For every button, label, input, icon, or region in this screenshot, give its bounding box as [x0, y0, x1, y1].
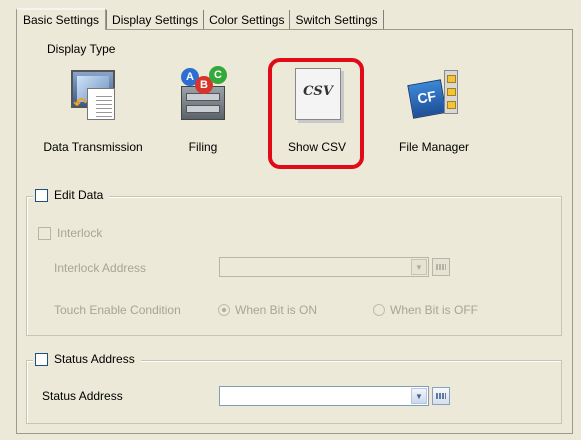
status-address-group-label: Status Address [54, 352, 135, 366]
tab-switch-settings[interactable]: Switch Settings [289, 10, 382, 30]
radio-when-bit-on[interactable]: When Bit is ON [218, 303, 317, 317]
interlock-row: Interlock [38, 226, 102, 240]
tab-divider [382, 10, 384, 30]
filing-ball-c: C [209, 66, 227, 84]
display-type-filing[interactable]: A B C Filing [170, 64, 236, 154]
status-address-label: Status Address [42, 389, 123, 403]
file-manager-icon: CF [406, 64, 462, 122]
interlock-label: Interlock [57, 226, 103, 240]
status-address-legend: Status Address [33, 352, 141, 366]
tab-basic-settings[interactable]: Basic Settings [16, 8, 107, 30]
chevron-down-icon[interactable]: ▼ [411, 259, 427, 275]
display-type-data-transmission[interactable]: ↶ Data Transmission [38, 64, 148, 154]
display-type-file-manager[interactable]: CF File Manager [386, 64, 482, 154]
interlock-address-combo[interactable]: ▼ [219, 257, 429, 277]
cf-card-icon: CF [407, 79, 447, 119]
filing-icon: A B C [175, 64, 231, 122]
edit-data-label: Edit Data [54, 188, 104, 202]
tab-display-settings[interactable]: Display Settings [106, 10, 203, 30]
tab-color-settings[interactable]: Color Settings [203, 10, 289, 30]
radio-when-bit-off-label: When Bit is OFF [390, 303, 479, 317]
radio-off-icon [373, 304, 385, 316]
edit-data-legend: Edit Data [33, 188, 110, 202]
data-transmission-label: Data Transmission [43, 140, 143, 154]
keyboard-input-icon[interactable] [432, 387, 450, 405]
interlock-checkbox[interactable] [38, 226, 51, 240]
touch-enable-condition-label: Touch Enable Condition [54, 303, 181, 317]
radio-when-bit-on-label: When Bit is ON [235, 303, 318, 317]
display-type-label: Display Type [47, 42, 116, 56]
radio-when-bit-off[interactable]: When Bit is OFF [373, 303, 478, 317]
selection-highlight [268, 58, 364, 169]
keyboard-input-icon[interactable] [432, 258, 450, 276]
radio-on-icon [218, 304, 230, 316]
status-address-checkbox[interactable] [35, 352, 48, 366]
basic-settings-dialog: Basic Settings Display Settings Color Se… [0, 0, 581, 440]
settings-tabs: Basic Settings Display Settings Color Se… [16, 8, 384, 30]
chevron-down-icon[interactable]: ▼ [411, 388, 427, 404]
file-manager-label: File Manager [398, 140, 470, 154]
edit-data-checkbox[interactable] [35, 188, 48, 202]
data-transmission-icon: ↶ [65, 64, 121, 122]
filing-label: Filing [188, 140, 218, 154]
interlock-address-label: Interlock Address [54, 261, 147, 275]
status-address-combo[interactable]: ▼ [219, 386, 429, 406]
